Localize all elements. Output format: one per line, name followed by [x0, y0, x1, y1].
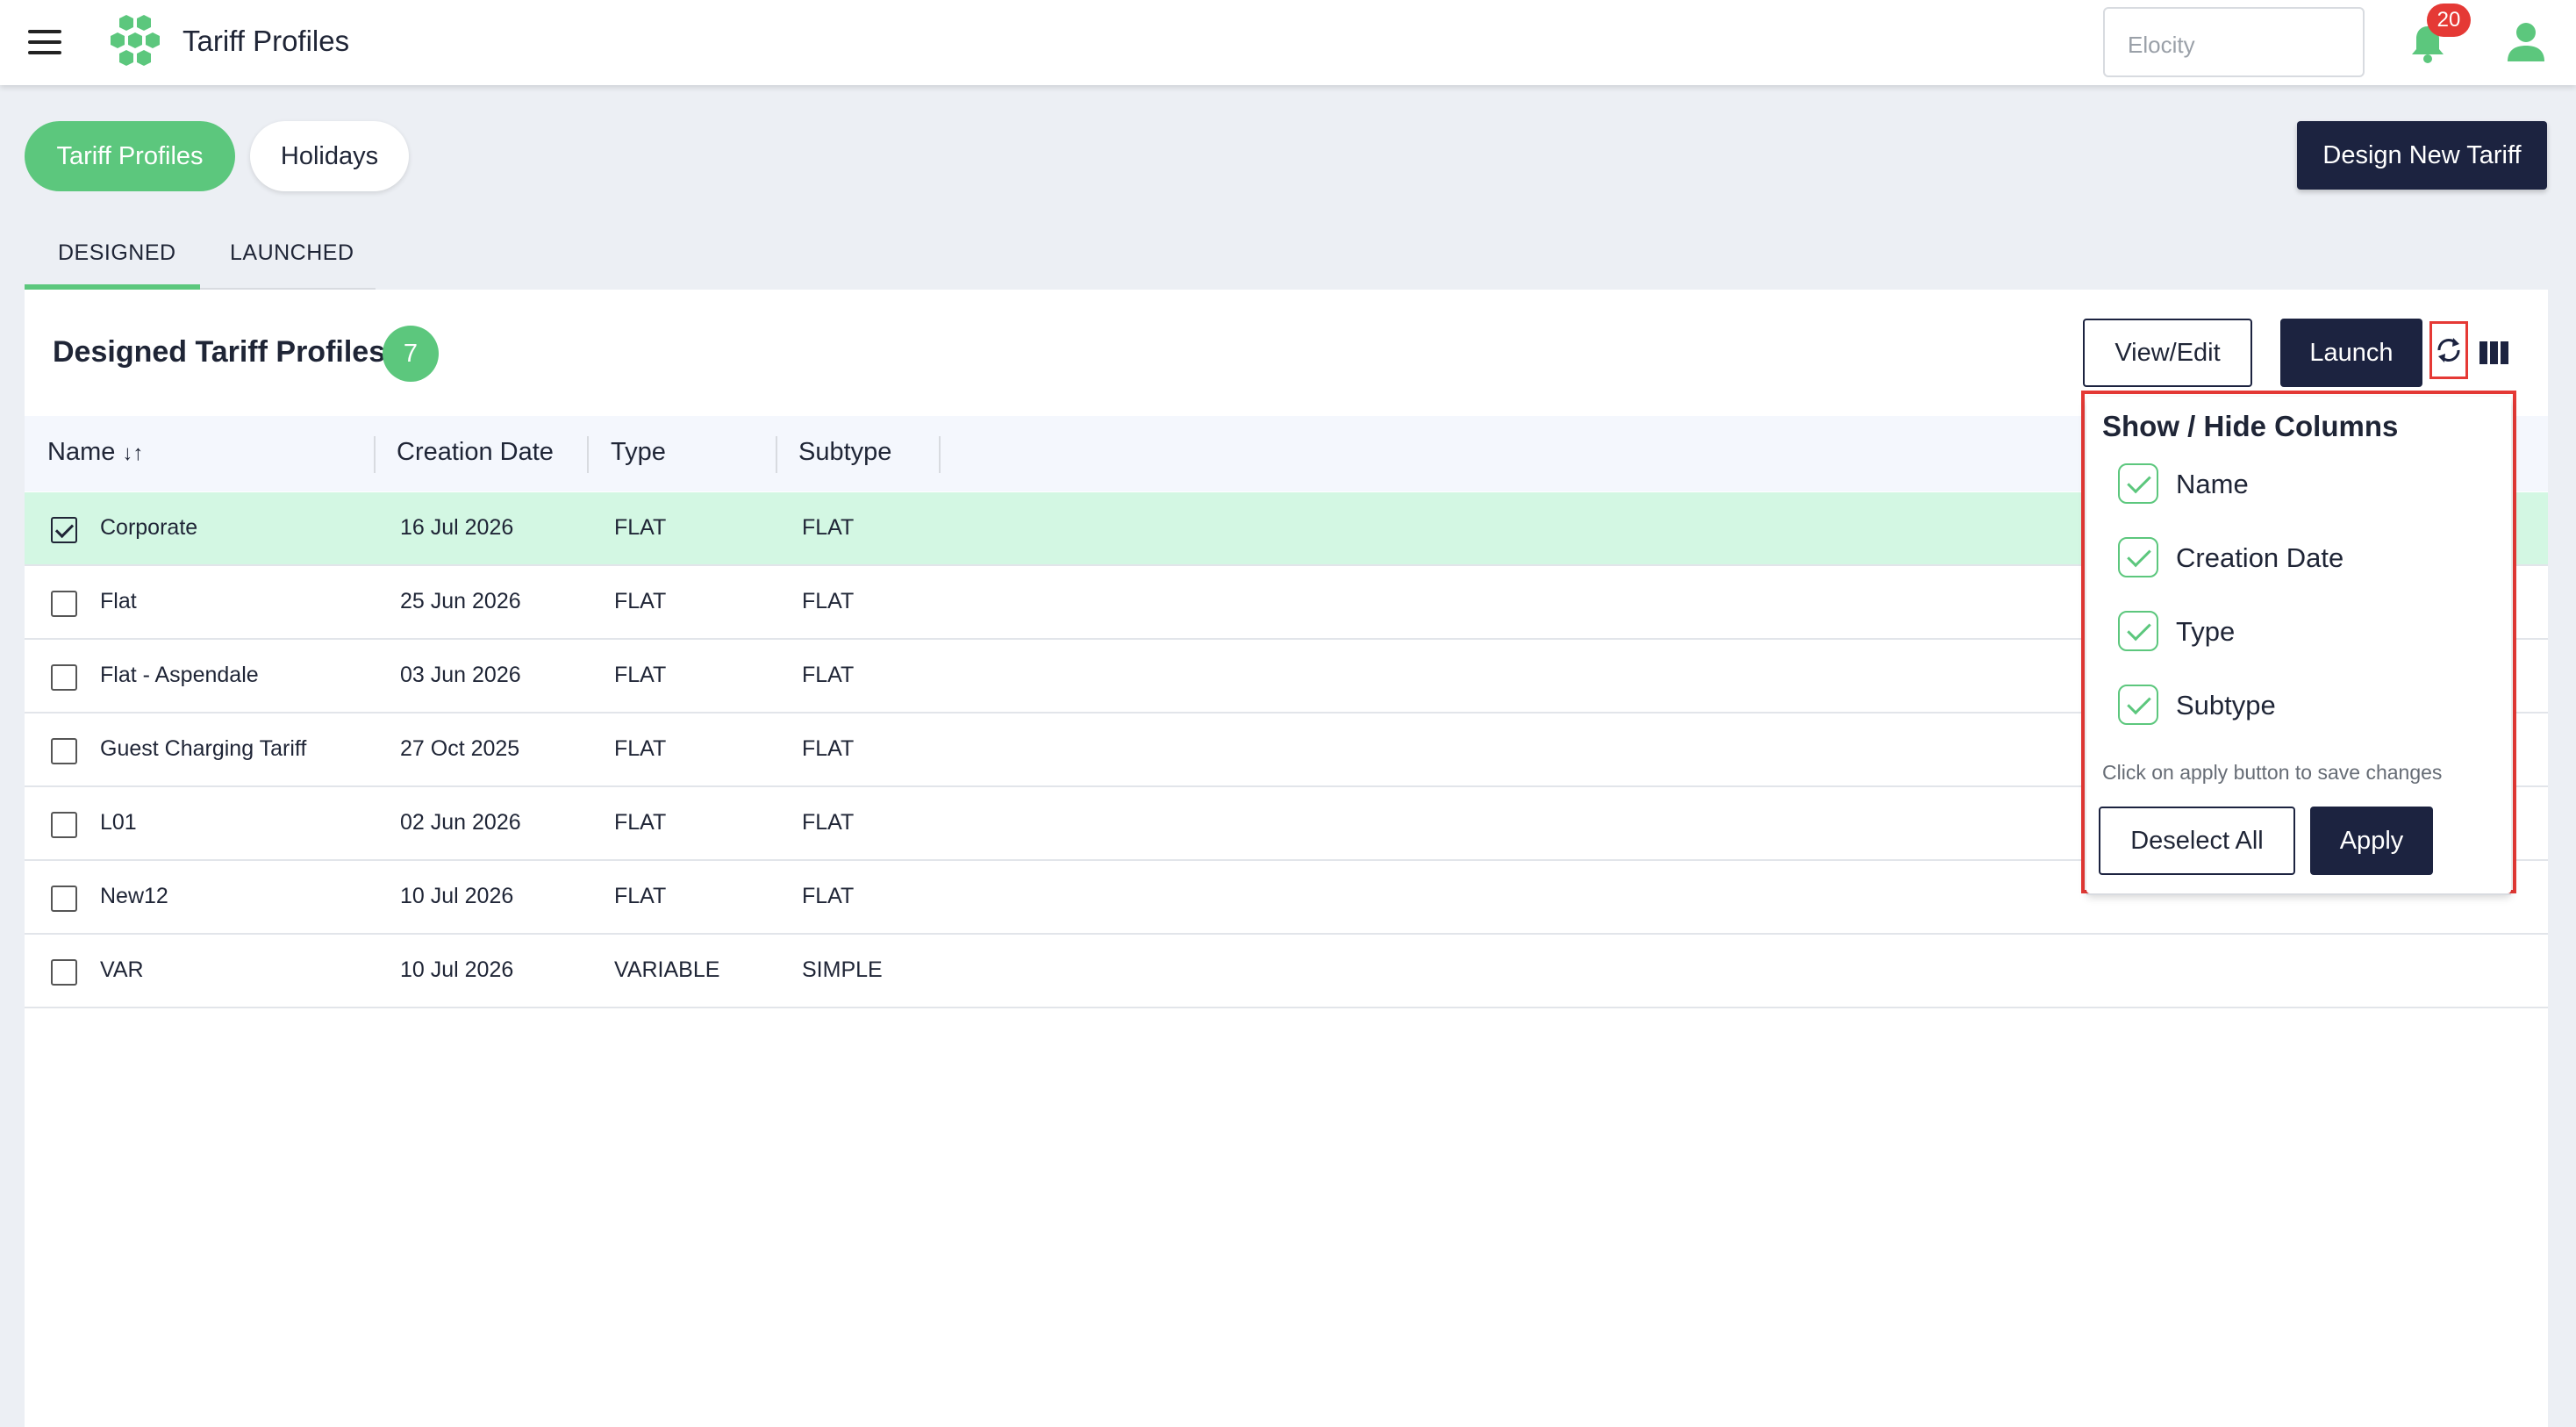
cell-name: Flat - Aspendale	[100, 663, 259, 687]
cell-name: Flat	[100, 589, 137, 613]
cell-subtype: FLAT	[802, 589, 855, 613]
cell-type: FLAT	[614, 589, 667, 613]
cell-date: 25 Jun 2026	[400, 589, 521, 613]
cell-subtype: FLAT	[802, 884, 855, 908]
column-separator[interactable]	[374, 436, 376, 473]
cell-date: 10 Jul 2026	[400, 884, 514, 908]
cell-subtype: FLAT	[802, 663, 855, 687]
row-checkbox[interactable]	[51, 959, 77, 986]
column-header-name[interactable]: Name ↓↑	[47, 438, 143, 467]
column-header-label: Name	[47, 438, 116, 466]
row-checkbox[interactable]	[51, 517, 77, 543]
column-toggle-subtype[interactable]	[2118, 685, 2158, 725]
tab-launched[interactable]: LAUNCHED	[230, 240, 354, 266]
cell-name: New12	[100, 884, 168, 908]
column-toggle-name[interactable]	[2118, 463, 2158, 504]
launch-button[interactable]: Launch	[2280, 319, 2422, 387]
row-checkbox[interactable]	[51, 812, 77, 838]
sort-icon[interactable]: ↓↑	[122, 441, 143, 465]
column-header-creation-date[interactable]: Creation Date	[397, 438, 554, 467]
cell-type: FLAT	[614, 515, 667, 540]
cell-type: FLAT	[614, 810, 667, 835]
column-toggle-label: Type	[2176, 616, 2236, 647]
popover-hint: Click on apply button to save changes	[2102, 761, 2443, 784]
deselect-all-button[interactable]: Deselect All	[2099, 807, 2295, 875]
row-checkbox[interactable]	[51, 591, 77, 617]
cell-subtype: FLAT	[802, 515, 855, 540]
column-separator[interactable]	[776, 436, 777, 473]
cell-subtype: FLAT	[802, 810, 855, 835]
cell-name: VAR	[100, 957, 144, 982]
popover-title: Show / Hide Columns	[2102, 410, 2399, 442]
cell-subtype: SIMPLE	[802, 957, 883, 982]
tab-designed[interactable]: DESIGNED	[58, 240, 176, 266]
column-separator[interactable]	[939, 436, 941, 473]
cell-date: 10 Jul 2026	[400, 957, 514, 982]
cell-type: VARIABLE	[614, 957, 720, 982]
table-row[interactable]: VAR 10 Jul 2026 VARIABLE SIMPLE	[25, 935, 2548, 1008]
cell-date: 16 Jul 2026	[400, 515, 514, 540]
panel-title: Designed Tariff Profiles	[53, 335, 386, 369]
cell-name: Corporate	[100, 515, 198, 540]
columns-icon[interactable]	[2479, 341, 2509, 364]
row-checkbox[interactable]	[51, 664, 77, 691]
app-title: Tariff Profiles	[182, 25, 350, 57]
view-edit-button[interactable]: View/Edit	[2083, 319, 2252, 387]
cell-type: FLAT	[614, 884, 667, 908]
row-checkbox[interactable]	[51, 738, 77, 764]
column-toggle-label: Creation Date	[2176, 542, 2344, 573]
cell-name: Guest Charging Tariff	[100, 736, 307, 761]
column-toggle-type[interactable]	[2118, 611, 2158, 651]
pill-holidays[interactable]: Holidays	[250, 121, 409, 191]
cell-date: 02 Jun 2026	[400, 810, 521, 835]
cell-subtype: FLAT	[802, 736, 855, 761]
cell-name: L01	[100, 810, 137, 835]
cell-date: 27 Oct 2025	[400, 736, 520, 761]
count-badge: 7	[383, 326, 439, 382]
column-toggle-label: Subtype	[2176, 690, 2276, 721]
refresh-icon	[2437, 338, 2460, 362]
column-header-subtype[interactable]: Subtype	[798, 438, 891, 467]
user-icon[interactable]	[2506, 21, 2546, 63]
pill-tariff-profiles[interactable]: Tariff Profiles	[25, 121, 235, 191]
apply-button[interactable]: Apply	[2310, 807, 2433, 875]
hamburger-menu-icon[interactable]	[28, 30, 61, 54]
column-header-type[interactable]: Type	[611, 438, 666, 467]
cell-type: FLAT	[614, 663, 667, 687]
design-new-tariff-button[interactable]: Design New Tariff	[2297, 121, 2547, 190]
column-toggle-label: Name	[2176, 469, 2249, 499]
popover-divider	[2086, 893, 2511, 895]
notification-badge: 20	[2427, 4, 2471, 37]
top-app-bar: Tariff Profiles Elocity 20	[0, 0, 2576, 85]
hexagon-logo-icon	[111, 15, 160, 66]
cell-date: 03 Jun 2026	[400, 663, 521, 687]
row-checkbox[interactable]	[51, 886, 77, 912]
refresh-button[interactable]	[2429, 321, 2468, 379]
organization-select[interactable]: Elocity	[2103, 7, 2365, 77]
column-separator[interactable]	[587, 436, 589, 473]
column-toggle-creation-date[interactable]	[2118, 537, 2158, 577]
cell-type: FLAT	[614, 736, 667, 761]
